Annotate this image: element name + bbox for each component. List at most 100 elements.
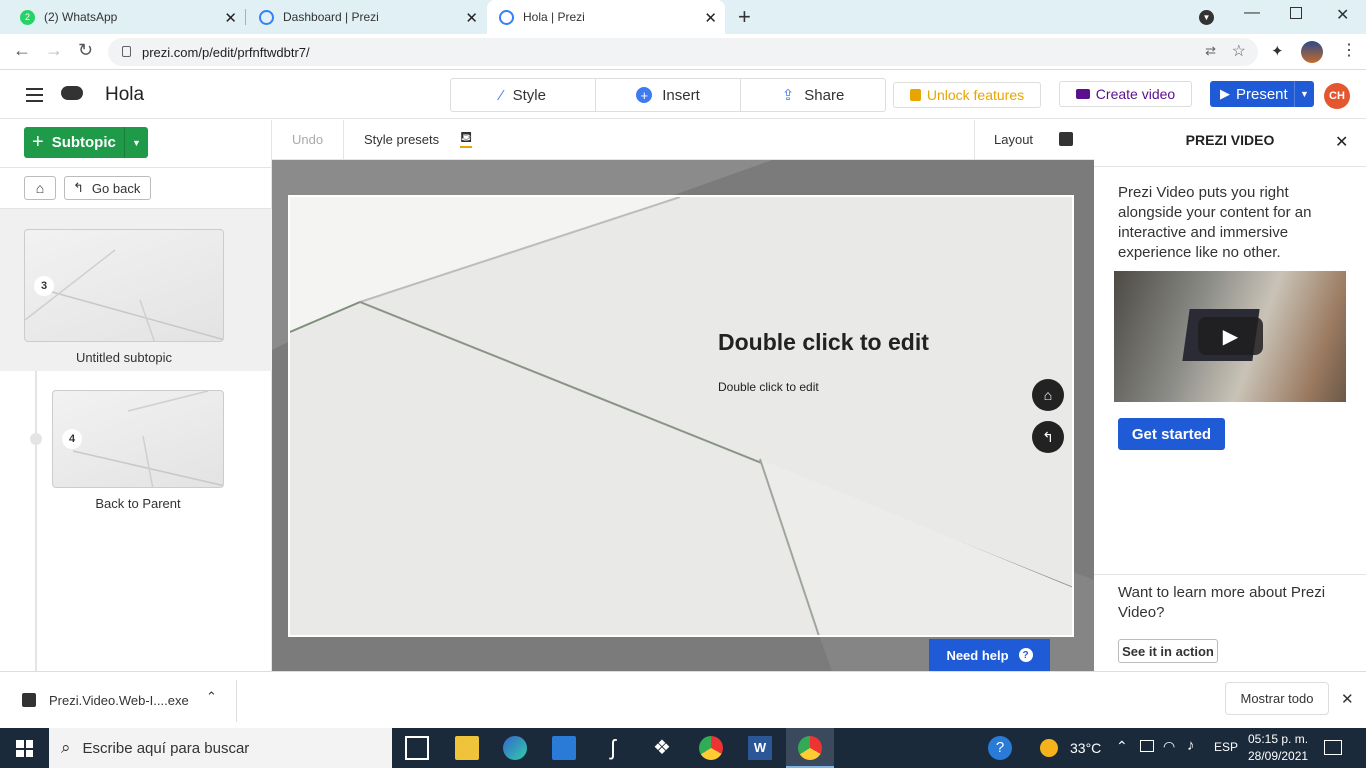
share-label: Share bbox=[804, 86, 845, 104]
translate-icon[interactable]: ⇄ bbox=[1205, 43, 1216, 59]
subtopic-label: Subtopic bbox=[51, 134, 116, 151]
wifi-icon[interactable]: ◠ bbox=[1163, 738, 1175, 755]
undo-button[interactable]: Undo bbox=[292, 132, 323, 147]
file-explorer-icon[interactable] bbox=[455, 736, 479, 760]
tab-title: (2) WhatsApp bbox=[44, 10, 118, 24]
user-avatar[interactable]: CH bbox=[1324, 83, 1350, 109]
extensions-icon[interactable]: ✦ bbox=[1271, 42, 1284, 60]
weather-temp[interactable]: 33°C bbox=[1070, 740, 1101, 756]
tab-title: Hola | Prezi bbox=[523, 10, 585, 24]
subtopic-options-chevron-icon[interactable]: ▼ bbox=[124, 127, 148, 158]
help-tray-icon[interactable]: ? bbox=[988, 736, 1012, 760]
get-started-button[interactable]: Get started bbox=[1118, 418, 1225, 450]
slide-home-button[interactable]: ⌂ bbox=[1032, 379, 1064, 411]
hamburger-menu-icon[interactable] bbox=[26, 88, 43, 102]
mail-icon[interactable] bbox=[552, 736, 576, 760]
video-play-icon[interactable]: ▶ bbox=[1198, 317, 1263, 355]
paint-bucket-icon[interactable]: ⛾ bbox=[460, 130, 473, 148]
tab-whatsapp[interactable]: 2 (2) WhatsApp ✕ bbox=[0, 0, 245, 34]
edge-icon[interactable] bbox=[503, 736, 527, 760]
tab-dashboard[interactable]: Dashboard | Prezi ✕ bbox=[239, 0, 486, 34]
see-it-in-action-button[interactable]: See it in action bbox=[1118, 639, 1218, 663]
add-subtopic-button[interactable]: + Subtopic ▼ bbox=[24, 127, 148, 158]
layout-button[interactable]: Layout bbox=[994, 132, 1033, 147]
taskbar-search-box[interactable]: ⌕ Escribe aquí para buscar bbox=[49, 728, 392, 768]
home-button[interactable]: ⌂ bbox=[24, 176, 56, 200]
browser-menu-icon[interactable]: ⋮ bbox=[1341, 40, 1357, 60]
download-file-name[interactable]: Prezi.Video.Web-I....exe bbox=[49, 693, 189, 708]
file-icon bbox=[22, 693, 36, 707]
search-placeholder: Escribe aquí para buscar bbox=[82, 739, 250, 757]
notes-icon[interactable] bbox=[1059, 132, 1073, 146]
tab-search-icon[interactable]: ▼ bbox=[1199, 10, 1214, 25]
close-downloads-icon[interactable]: ✕ bbox=[1341, 690, 1354, 708]
chrome-icon[interactable] bbox=[699, 736, 723, 760]
tree-node-dot bbox=[30, 433, 42, 445]
topic-number-badge: 3 bbox=[34, 276, 54, 296]
slide-back-button[interactable]: ↰ bbox=[1032, 421, 1064, 453]
window-close-icon[interactable]: ✕ bbox=[1336, 5, 1349, 25]
close-tab-icon[interactable]: ✕ bbox=[704, 9, 717, 27]
question-icon: ? bbox=[1018, 648, 1033, 662]
notifications-icon[interactable] bbox=[1324, 740, 1342, 755]
restore-icon[interactable] bbox=[1290, 7, 1302, 19]
chevron-up-icon[interactable]: ⌃ bbox=[206, 689, 217, 705]
close-tab-icon[interactable]: ✕ bbox=[224, 9, 237, 27]
share-button[interactable]: ⇪ Share bbox=[741, 79, 885, 111]
tab-title: Dashboard | Prezi bbox=[283, 10, 379, 24]
battery-icon[interactable] bbox=[1140, 740, 1154, 752]
minimize-icon[interactable]: — bbox=[1244, 4, 1260, 22]
go-back-arrow-icon: ↰ bbox=[1042, 428, 1054, 445]
slide-subtitle[interactable]: Double click to edit bbox=[718, 380, 819, 394]
close-panel-icon[interactable]: ✕ bbox=[1335, 132, 1348, 152]
new-tab-icon[interactable]: + bbox=[738, 4, 751, 30]
create-video-button[interactable]: Create video bbox=[1059, 81, 1192, 107]
insert-button[interactable]: + Insert bbox=[596, 79, 741, 111]
topic-thumbnail-4[interactable]: 4 bbox=[52, 390, 224, 488]
go-back-button[interactable]: ↰ Go back bbox=[64, 176, 151, 200]
tab-hola-active[interactable]: Hola | Prezi ✕ bbox=[487, 0, 725, 34]
home-icon: ⌂ bbox=[35, 180, 45, 196]
slide-title[interactable]: Double click to edit bbox=[718, 329, 929, 356]
present-options-chevron-icon[interactable]: ▼ bbox=[1294, 81, 1314, 107]
dropbox-icon[interactable]: ❖ bbox=[650, 736, 674, 760]
home-icon: ⌂ bbox=[1043, 387, 1053, 403]
presentation-title[interactable]: Hola bbox=[105, 84, 144, 106]
style-label: Style bbox=[512, 86, 546, 104]
bookmark-star-icon[interactable]: ☆ bbox=[1232, 41, 1246, 61]
main-menu: ⁄ Style + Insert ⇪ Share bbox=[450, 78, 886, 112]
chevron-up-icon[interactable]: ⌃ bbox=[1116, 738, 1128, 755]
slide-frame[interactable]: Double click to edit Double click to edi… bbox=[288, 195, 1074, 637]
video-thumbnail[interactable]: ▶ bbox=[1114, 271, 1346, 402]
windows-start-icon[interactable] bbox=[16, 740, 33, 757]
create-video-label: Create video bbox=[1095, 86, 1176, 102]
weather-sun-icon[interactable] bbox=[1040, 739, 1058, 757]
go-back-label: Go back bbox=[91, 180, 141, 196]
chrome-profile-icon[interactable] bbox=[798, 736, 822, 760]
volume-icon[interactable]: ♪ bbox=[1187, 737, 1195, 754]
editor-toolbar: Undo Style presets ⛾ Layout bbox=[272, 120, 1094, 160]
prezi-header: Hola ⁄ Style + Insert ⇪ Share Unlock featur… bbox=[0, 71, 1366, 119]
word-icon[interactable]: W bbox=[748, 736, 772, 760]
back-icon[interactable]: ← bbox=[13, 40, 31, 61]
cloud-save-icon bbox=[61, 86, 83, 100]
profile-avatar[interactable] bbox=[1301, 41, 1323, 63]
url-field[interactable]: prezi.com/p/edit/prfnftwdbtr7/ ⇄ ☆ bbox=[108, 38, 1258, 66]
lock-icon bbox=[122, 46, 131, 57]
forward-icon[interactable]: → bbox=[45, 40, 63, 61]
clock-time[interactable]: 05:15 p. m. bbox=[1248, 732, 1308, 746]
present-button[interactable]: ▶ Present ▼ bbox=[1210, 81, 1314, 107]
clock-date[interactable]: 28/09/2021 bbox=[1248, 749, 1308, 763]
style-presets-button[interactable]: Style presets bbox=[364, 132, 439, 147]
reload-icon[interactable]: ↻ bbox=[78, 40, 93, 61]
address-bar: ← → ↻ prezi.com/p/edit/prfnftwdbtr7/ ⇄ ☆… bbox=[0, 34, 1366, 70]
show-all-button[interactable]: Mostrar todo bbox=[1225, 682, 1329, 715]
unlock-features-button[interactable]: Unlock features bbox=[893, 82, 1041, 108]
topic-thumbnail-3[interactable]: 3 bbox=[24, 229, 224, 342]
language-indicator[interactable]: ESP bbox=[1214, 740, 1238, 754]
app-s-icon[interactable]: ʃ bbox=[601, 736, 625, 760]
style-button[interactable]: ⁄ Style bbox=[451, 79, 596, 111]
task-view-icon[interactable] bbox=[405, 736, 429, 760]
need-help-button[interactable]: Need help ? bbox=[929, 639, 1050, 671]
close-tab-icon[interactable]: ✕ bbox=[465, 9, 478, 27]
